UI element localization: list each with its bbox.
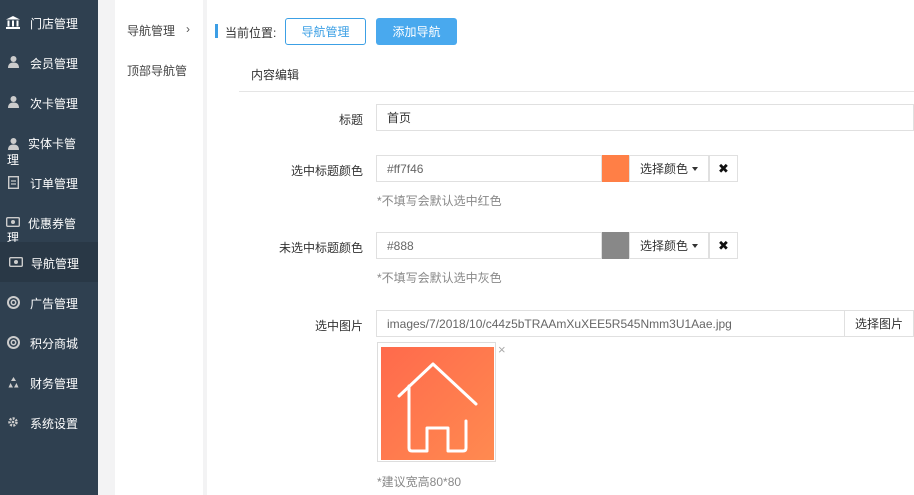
pick-color-label: 选择颜色 [640,239,689,253]
sidebar-item-ads[interactable]: 广告管理 [0,282,98,322]
pick-color-button[interactable]: 选择颜色 [629,232,709,259]
sidebar-item-label: 财务管理 [30,377,79,391]
home-image [381,347,494,460]
submenu: 导航管理 › 顶部导航管 [115,0,203,495]
sidebar-item-settings[interactable]: 系统设置 [0,402,98,442]
pick-color-button[interactable]: 选择颜色 [629,155,709,182]
submenu-item-nav-manage[interactable]: 导航管理 [127,22,175,39]
selected-color-input[interactable]: #ff7f46 [376,155,602,182]
sidebar-item-timecard[interactable]: 次卡管理 [0,82,98,122]
chevron-right-icon: › [186,22,190,36]
sidebar-item-orders[interactable]: 订单管理 [0,162,98,202]
image-path-input[interactable]: images/7/2018/10/c44z5bTRAAmXuXEE5R545Nm… [376,310,845,337]
sidebar-item-label: 优惠券管 [28,217,77,231]
sidebar: 门店管理 会员管理 次卡管理 实体卡管 理 订单管理 优惠券管 理 导航管理 广… [0,0,98,495]
sidebar-item-label: 广告管理 [30,297,79,311]
clear-color-button[interactable]: ✖ [709,232,738,259]
unselected-color-hint: *不填写会默认选中灰色 [377,271,502,285]
section-title: 内容编辑 [251,68,300,82]
title-input[interactable]: 首页 [376,104,914,131]
sidebar-item-label: 订单管理 [30,177,79,191]
main-panel: 当前位置: 导航管理 添加导航 内容编辑 标题 首页 选中标题颜色 #ff7f4… [207,0,914,495]
sidebar-item-member[interactable]: 会员管理 [0,42,98,82]
clear-color-button[interactable]: ✖ [709,155,738,182]
divider [239,91,914,92]
remove-image-icon[interactable]: × [498,342,506,357]
sidebar-item-label: 导航管理 [31,257,80,271]
pick-image-button[interactable]: 选择图片 [844,310,914,337]
breadcrumb-label: 当前位置: [225,26,277,40]
ticket-icon [9,255,23,269]
document-icon [6,175,20,189]
submenu-item-top-nav[interactable]: 顶部导航管 [127,62,187,79]
unselected-color-label: 未选中标题颜色 [278,241,363,255]
user-icon [6,95,20,109]
breadcrumb-marker [215,24,218,38]
gear-icon [6,415,20,429]
caret-down-icon [692,166,699,171]
home-icon [397,362,478,453]
pick-color-label: 选择颜色 [640,162,689,176]
nav-manage-button[interactable]: 导航管理 [285,18,366,45]
user-icon [6,137,20,151]
selected-color-hint: *不填写会默认选中红色 [377,194,502,208]
ticket-icon [6,215,20,229]
unselected-color-input[interactable]: #888 [376,232,602,259]
sidebar-item-label: 系统设置 [30,417,79,431]
unselected-color-swatch [602,232,629,259]
selected-color-label: 选中标题颜色 [290,164,363,178]
sidebar-item-navigation[interactable]: 导航管理 [0,242,98,282]
sidebar-item-store[interactable]: 门店管理 [0,2,98,42]
selected-color-swatch [602,155,629,182]
sidebar-item-label: 会员管理 [30,57,79,71]
title-label: 标题 [338,113,363,127]
sidebar-item-points-mall[interactable]: 积分商城 [0,322,98,362]
sidebar-item-label: 实体卡管 [28,137,77,151]
caret-down-icon [692,243,699,248]
image-size-hint: *建议宽高80*80 [377,475,462,489]
sidebar-item-label: 次卡管理 [30,97,79,111]
image-label: 选中图片 [314,319,363,333]
sidebar-item-finance[interactable]: 财务管理 [0,362,98,402]
recycle-icon [6,375,20,389]
lifebuoy-icon [6,295,20,309]
lifebuoy-icon [6,335,20,349]
bank-icon [6,15,20,29]
sidebar-item-label: 积分商城 [30,337,79,351]
sidebar-item-label: 门店管理 [30,17,79,31]
add-nav-button[interactable]: 添加导航 [376,18,457,45]
user-icon [6,55,20,69]
image-thumbnail [377,342,496,462]
